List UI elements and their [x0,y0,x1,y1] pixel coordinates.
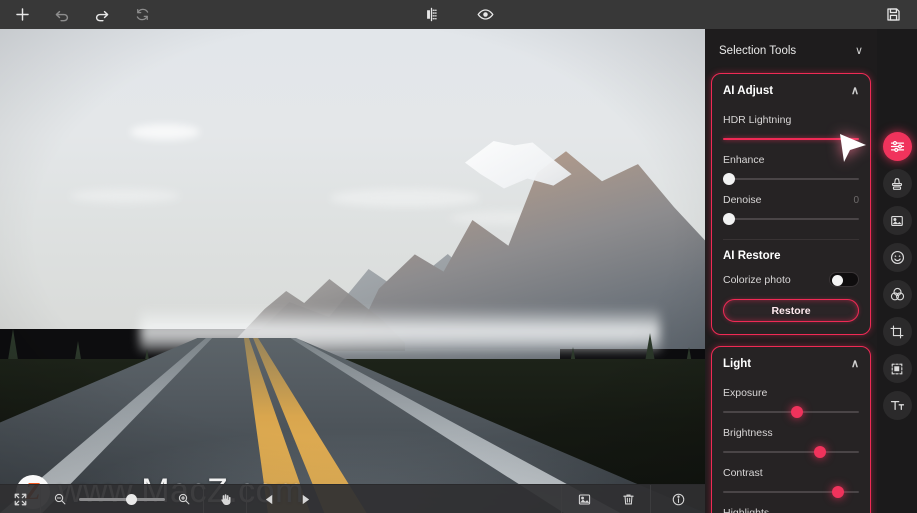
denoise-control: Denoise 0 [712,194,870,225]
ai-adjust-title: AI Adjust [723,85,774,97]
slider-track [723,178,859,180]
zoom-slider-knob[interactable] [126,493,137,505]
image-canvas[interactable]: Z www.MacZ.com [0,29,705,513]
selection-tools-label: Selection Tools [719,45,797,57]
exposure-control: Exposure [712,387,870,418]
highlights-label-row: Highlights [723,507,859,513]
chevron-down-icon[interactable]: ∨ [855,45,863,57]
fit-screen-icon[interactable] [9,488,31,510]
brightness-control: Brightness [712,427,870,458]
denoise-slider[interactable] [723,213,859,225]
navigation-controls [247,485,327,513]
photo-editor-window: Z www.MacZ.com [0,0,917,513]
info-icon[interactable] [667,488,689,510]
delete-button[interactable] [606,485,650,513]
selection-tools-header[interactable]: Selection Tools ∨ [705,29,877,73]
stamp-icon[interactable] [882,169,912,198]
hand-icon[interactable] [214,488,236,510]
brightness-slider-knob[interactable] [814,446,827,458]
brightness-slider[interactable] [723,446,859,458]
top-toolbar-right-group [883,0,903,29]
brightness-label-row: Brightness [723,427,859,439]
next-icon[interactable] [294,488,316,510]
colorize-photo-label: Colorize photo [723,273,791,286]
denoise-label-row: Denoise 0 [723,194,859,206]
enhance-slider-knob[interactable] [723,173,735,185]
text-icon[interactable] [882,391,912,420]
contrast-slider[interactable] [723,486,859,498]
save-icon[interactable] [883,5,903,25]
light-header[interactable]: Light ∧ [712,347,870,378]
crop-icon[interactable] [882,317,912,346]
top-toolbar [0,0,917,29]
image-icon[interactable] [573,488,595,510]
contrast-label: Contrast [723,467,763,479]
chevron-up-icon[interactable]: ∧ [851,358,859,370]
zoom-controls [41,485,203,513]
toggle-knob [832,274,843,286]
smiley-face-icon[interactable] [882,243,912,272]
landscape-photo [0,29,705,513]
restore-button[interactable]: Restore [723,299,859,322]
hdr-lightning-control: HDR Lightning [712,114,870,145]
light-group: Light ∧ Exposure Brightness Contrast Hig… [711,346,871,513]
top-toolbar-left-group [0,5,152,25]
contrast-label-row: Contrast [723,467,859,479]
canvas-bottom-bar [0,484,705,513]
ai-adjust-group: AI Adjust ∧ HDR Lightning Enhance Denois… [711,73,871,335]
chevron-up-icon[interactable]: ∧ [851,85,859,97]
denoise-slider-knob[interactable] [723,213,735,225]
info-button[interactable] [651,485,705,513]
ai-restore-title: AI Restore [723,250,781,262]
pan-hand-button[interactable] [204,485,246,513]
exposure-label: Exposure [723,387,768,399]
colorize-photo-toggle[interactable] [829,272,859,287]
adjust-sliders-icon[interactable] [882,132,912,161]
tool-rail [877,29,917,513]
hdr-lightning-label: HDR Lightning [723,114,792,126]
divider [723,239,859,240]
contrast-control: Contrast [712,467,870,498]
fit-to-screen-button[interactable] [0,485,40,513]
image-button[interactable] [562,485,606,513]
exposure-label-row: Exposure [723,387,859,399]
adjustments-panel: Selection Tools ∨ AI Adjust ∧ HDR Lightn… [705,29,877,513]
add-icon[interactable] [12,5,32,25]
ai-adjust-header[interactable]: AI Adjust ∧ [712,74,870,105]
vignette [0,29,705,513]
image-icon[interactable] [882,206,912,235]
zoom-in-icon[interactable] [173,488,195,510]
compare-split-icon[interactable] [422,5,442,25]
slider-track [723,218,859,220]
enhance-control: Enhance [712,154,870,185]
reset-icon[interactable] [132,5,152,25]
denoise-label: Denoise [723,194,762,206]
enhance-label: Enhance [723,154,765,166]
hdr-lightning-slider[interactable] [723,133,859,145]
selection-marquee-icon[interactable] [882,354,912,383]
color-circles-icon[interactable] [882,280,912,309]
highlights-label: Highlights [723,507,770,513]
slider-track [723,451,859,453]
preview-eye-icon[interactable] [476,5,496,25]
previous-icon[interactable] [258,488,280,510]
exposure-slider-knob[interactable] [791,406,803,418]
colorize-photo-row: Colorize photo [712,272,870,287]
redo-icon[interactable] [92,5,112,25]
enhance-label-row: Enhance [723,154,859,166]
light-title: Light [723,358,752,370]
trash-icon[interactable] [617,488,639,510]
zoom-out-icon[interactable] [49,488,71,510]
contrast-slider-knob[interactable] [831,486,844,498]
zoom-slider[interactable] [79,493,165,505]
brightness-label: Brightness [723,427,773,439]
enhance-slider[interactable] [723,173,859,185]
highlights-control: Highlights [712,507,870,513]
slider-track [723,138,859,140]
denoise-value: 0 [853,194,859,206]
exposure-slider[interactable] [723,406,859,418]
hdr-lightning-label-row: HDR Lightning [723,114,859,126]
undo-icon[interactable] [52,5,72,25]
